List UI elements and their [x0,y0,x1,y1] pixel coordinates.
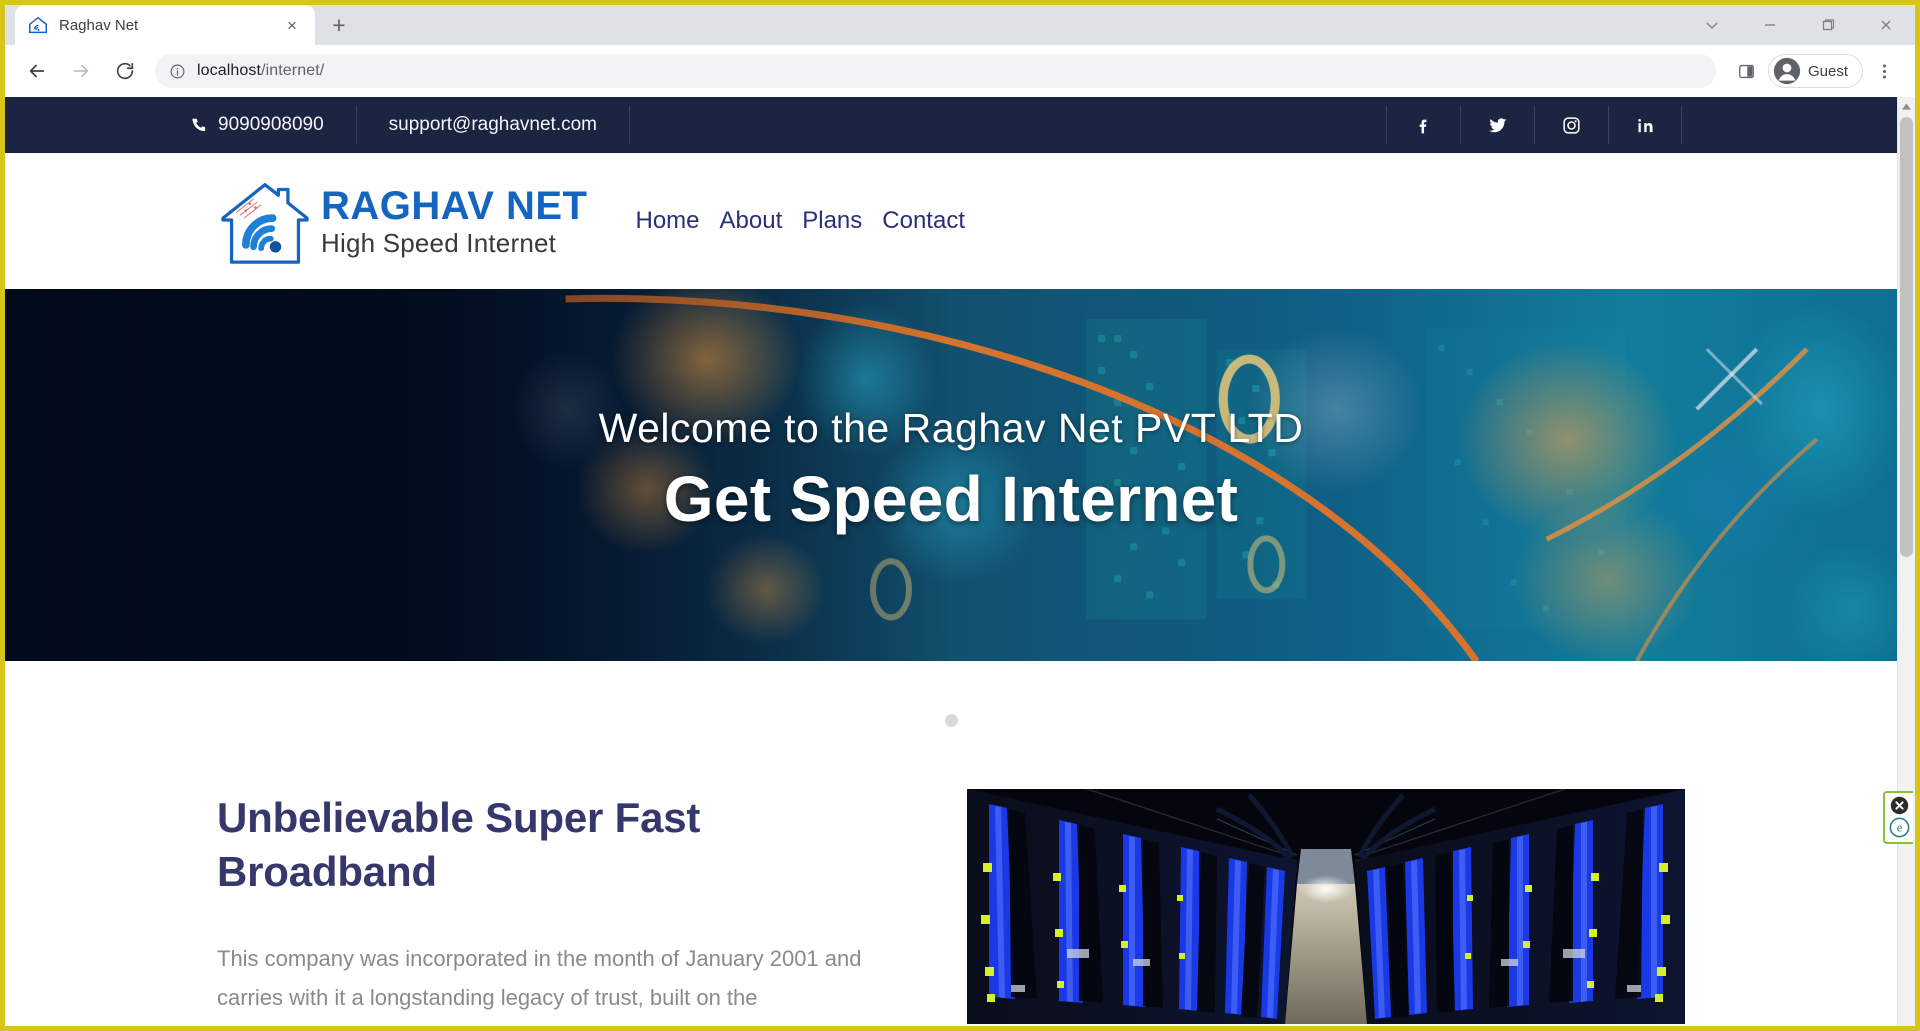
browser-window: Raghav Net × + localhost/internet/ Guest… [0,0,1920,1031]
site-header: RAGHAV NET High Speed Internet Home Abou… [5,153,1897,289]
carousel-dot[interactable] [944,713,958,727]
nav-item-contact[interactable]: Contact [882,207,965,235]
tab-close-icon[interactable]: × [281,14,303,36]
browser-toolbar: localhost/internet/ Guest [5,45,1915,97]
email-address: support@raghavnet.com [388,114,598,135]
logo-title: RAGHAV NET [321,184,588,228]
three-dot-menu-icon[interactable] [1865,52,1903,90]
browser-tab[interactable]: Raghav Net × [15,5,315,45]
floating-widget: e [1883,791,1913,844]
maximize-icon[interactable] [1799,5,1857,45]
tab-strip: Raghav Net × + [5,5,1915,45]
site-logo[interactable]: RAGHAV NET High Speed Internet [217,178,587,264]
svg-text:e: e [1896,821,1902,835]
main-navigation: Home About Plans Contact [635,207,965,235]
nav-item-about[interactable]: About [720,207,783,235]
facebook-icon[interactable] [1386,106,1460,144]
scroll-up-arrow-icon[interactable] [1898,97,1915,115]
profile-button[interactable]: Guest [1767,54,1863,88]
about-image-column [967,779,1685,1024]
window-controls [1683,5,1915,45]
house-wifi-logo-icon [221,183,309,264]
phone-icon [192,118,206,131]
address-bar[interactable]: localhost/internet/ [155,54,1716,88]
profile-label: Guest [1807,62,1848,80]
url-host: localhost [197,62,262,79]
back-arrow-icon[interactable] [17,51,57,91]
minimize-icon[interactable] [1741,5,1799,45]
web-page: 9090908090 support@raghavnet.com RAGHAV … [5,97,1897,1026]
hero-content: Welcome to the Raghav Net PVT LTD Get Sp… [5,289,1897,661]
address-bar-text: localhost/internet/ [197,62,324,80]
nav-item-plans[interactable]: Plans [802,207,862,235]
hero-title: Get Speed Internet [663,462,1239,535]
close-window-icon[interactable] [1857,5,1915,45]
phone-number: 9090908090 [218,114,324,135]
carousel-indicators [5,661,1897,779]
forward-arrow-icon [61,51,101,91]
social-links [1386,106,1682,144]
hero-banner: Welcome to the Raghav Net PVT LTD Get Sp… [5,289,1897,661]
new-tab-button[interactable]: + [321,7,357,43]
scrollbar-thumb[interactable] [1900,117,1913,557]
about-heading: Unbelievable Super Fast Broadband [217,794,701,895]
topbar-contact-group: 9090908090 support@raghavnet.com [183,106,631,144]
instagram-icon[interactable] [1534,106,1608,144]
close-circle-icon[interactable] [1890,796,1909,815]
house-wifi-icon [29,16,47,34]
tab-title: Raghav Net [59,16,139,34]
page-scrollbar[interactable] [1897,97,1915,1026]
reload-icon[interactable] [105,51,145,91]
phone-item[interactable]: 9090908090 [183,106,357,144]
toolbar-right-group: Guest [1728,52,1903,90]
data-center-server-racks-image [967,789,1685,1024]
e-circle-icon[interactable]: e [1889,817,1910,838]
page-viewport: 9090908090 support@raghavnet.com RAGHAV … [5,97,1915,1026]
about-paragraph: This company was incorporated in the mon… [217,945,862,1010]
email-item[interactable]: support@raghavnet.com [357,106,631,144]
logo-tagline: High Speed Internet [321,228,557,258]
side-panel-icon[interactable] [1728,52,1766,90]
person-avatar [1773,57,1801,85]
nav-item-home[interactable]: Home [635,207,699,235]
about-section: Unbelievable Super Fast Broadband This c… [5,779,1897,1024]
tab-search-chevron-down-icon[interactable] [1683,5,1741,45]
logo-text: RAGHAV NET High Speed Internet [321,186,587,256]
linkedin-icon[interactable] [1608,106,1682,144]
site-topbar: 9090908090 support@raghavnet.com [5,97,1897,153]
url-path: /internet/ [261,62,325,79]
info-circle-icon[interactable] [169,63,186,80]
about-text-column: Unbelievable Super Fast Broadband This c… [217,779,895,1024]
twitter-icon[interactable] [1460,106,1534,144]
hero-subtitle: Welcome to the Raghav Net PVT LTD [598,404,1304,451]
